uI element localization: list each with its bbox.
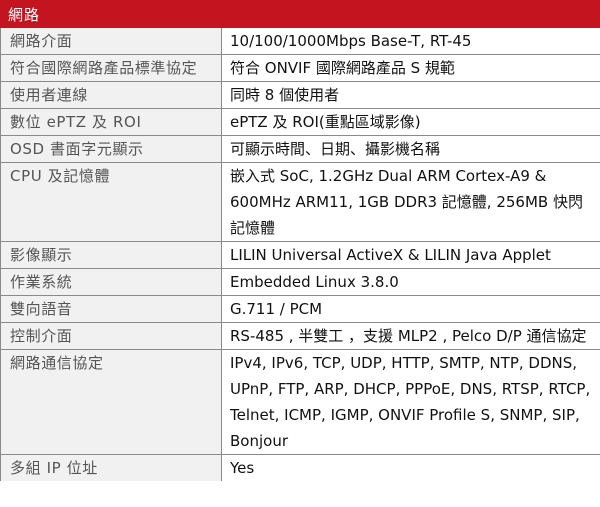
spec-value: 10/100/1000Mbps Base-T, RT-45 [220,27,600,55]
spec-label: 使用者連線 [0,81,222,109]
spec-value: LILIN Universal ActiveX & LILIN Java App… [220,241,600,269]
spec-label: 網路介面 [0,27,222,55]
spec-value: 符合 ONVIF 國際網路產品 S 規範 [220,54,600,82]
spec-row: 網路通信協定 IPv4, IPv6, TCP, UDP, HTTP, SMTP,… [0,349,600,455]
spec-label: CPU 及記憶體 [0,162,222,242]
spec-value: IPv4, IPv6, TCP, UDP, HTTP, SMTP, NTP, D… [220,349,600,455]
spec-label: 多組 IP 位址 [0,454,222,481]
spec-value: ePTZ 及 ROI(重點區域影像) [220,108,600,136]
spec-row: 網路介面 10/100/1000Mbps Base-T, RT-45 [0,27,600,55]
spec-table: 網路 網路介面 10/100/1000Mbps Base-T, RT-45 符合… [0,0,600,481]
section-header-row: 網路 [0,0,600,28]
spec-value: 同時 8 個使用者 [220,81,600,109]
spec-label: 作業系統 [0,268,222,296]
spec-value: RS-485 , 半雙工 ，支援 MLP2 , Pelco D/P 通信協定 [220,322,600,350]
spec-row: 數位 ePTZ 及 ROI ePTZ 及 ROI(重點區域影像) [0,108,600,136]
spec-row: 雙向語音 G.711 / PCM [0,295,600,323]
spec-row: CPU 及記憶體 嵌入式 SoC, 1.2GHz Dual ARM Cortex… [0,162,600,242]
spec-row: 使用者連線 同時 8 個使用者 [0,81,600,109]
spec-row: 影像顯示 LILIN Universal ActiveX & LILIN Jav… [0,241,600,269]
spec-value: Embedded Linux 3.8.0 [220,268,600,296]
spec-label: 符合國際網路產品標準協定 [0,54,222,82]
spec-row: 控制介面 RS-485 , 半雙工 ，支援 MLP2 , Pelco D/P 通… [0,322,600,350]
spec-label: OSD 書面字元顯示 [0,135,222,163]
spec-label: 控制介面 [0,322,222,350]
spec-row: 作業系統 Embedded Linux 3.8.0 [0,268,600,296]
spec-row: 符合國際網路產品標準協定 符合 ONVIF 國際網路產品 S 規範 [0,54,600,82]
spec-label: 網路通信協定 [0,349,222,455]
spec-value: G.711 / PCM [220,295,600,323]
spec-value: 嵌入式 SoC, 1.2GHz Dual ARM Cortex-A9 & 600… [220,162,600,242]
spec-label: 數位 ePTZ 及 ROI [0,108,222,136]
spec-label: 雙向語音 [0,295,222,323]
spec-value: Yes [220,454,600,481]
spec-row: OSD 書面字元顯示 可顯示時間、日期、攝影機名稱 [0,135,600,163]
spec-value: 可顯示時間、日期、攝影機名稱 [220,135,600,163]
spec-label: 影像顯示 [0,241,222,269]
section-title: 網路 [0,0,600,28]
spec-row: 多組 IP 位址 Yes [0,454,600,481]
